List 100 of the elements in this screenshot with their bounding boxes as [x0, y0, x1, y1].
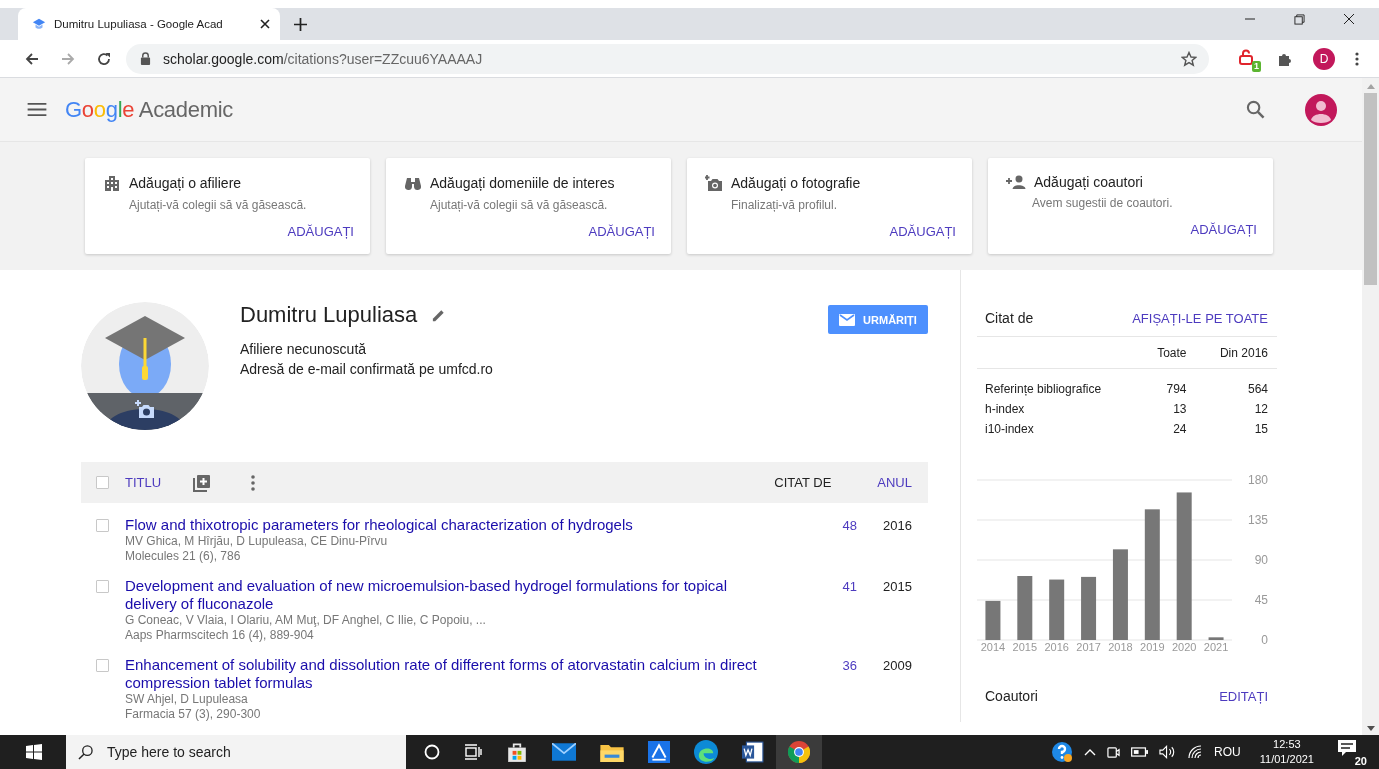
chevron-up-icon[interactable]	[1084, 748, 1097, 756]
card-title: Adăugați o fotografie	[731, 175, 861, 191]
citation-count-link[interactable]: 41	[765, 579, 857, 594]
card-title: Adăugați domeniile de interes	[430, 175, 615, 191]
speaker-icon[interactable]	[1159, 745, 1177, 759]
add-box-icon[interactable]	[193, 473, 212, 492]
store-bag-icon[interactable]	[506, 741, 528, 763]
card-subtitle: Avem sugestii de coautori.	[1032, 196, 1174, 210]
cited-by-heading: Citat de	[985, 310, 1034, 326]
reload-icon[interactable]	[96, 50, 112, 67]
scrollbar-thumb[interactable]	[1364, 93, 1377, 285]
graduation-cap-icon	[32, 17, 46, 31]
add-photo-icon[interactable]	[134, 399, 154, 418]
chrome-browser-icon[interactable]	[788, 741, 810, 763]
table-cell-text: 15	[1253, 422, 1268, 436]
address-field[interactable]: scholar.google.com/citations?user=ZZcuu6YAAAAJ	[126, 43, 1209, 74]
word-document-icon[interactable]	[742, 741, 764, 763]
search-icon[interactable]	[1246, 100, 1265, 119]
sort-by-title[interactable]: TITLU	[125, 475, 162, 490]
scrollbar[interactable]	[1362, 78, 1379, 735]
edit-link[interactable]: EDITAȚI	[1219, 688, 1268, 704]
profile-name: Dumitru Lupuliasa	[240, 302, 418, 328]
article-title-link[interactable]: Flow and thixotropic parameters for rheological characterization of hydrogels	[125, 516, 765, 534]
new-tab-icon[interactable]	[294, 18, 307, 31]
help-icon[interactable]	[1051, 741, 1074, 763]
table-cell-text: 24	[1172, 422, 1187, 436]
add-photo-icon	[705, 174, 723, 192]
extension-badge: 1	[1252, 60, 1261, 72]
add-person-icon	[1006, 174, 1026, 190]
email-verification-text: Adresă de e-mail confirmată pe umfcd.ro	[240, 361, 494, 377]
x-axis-label: 2016	[1044, 641, 1069, 653]
article-checkbox[interactable]	[96, 580, 109, 593]
y-axis-label: 180	[1247, 473, 1268, 487]
x-axis-label: 2018	[1108, 641, 1133, 653]
menu-icon[interactable]	[27, 102, 47, 117]
close-icon[interactable]	[260, 19, 270, 29]
article-venue: Farmacia 57 (3), 290-300	[125, 707, 262, 722]
add-link[interactable]: ADĂUGAȚI	[588, 224, 655, 239]
sort-by-year[interactable]: ANUL	[877, 475, 912, 490]
column-header: Din 2016	[1218, 345, 1268, 360]
more-icon[interactable]	[1355, 50, 1359, 67]
camera-icon[interactable]	[1107, 744, 1121, 760]
x-axis-label: 2020	[1171, 641, 1197, 653]
envelope-icon	[839, 313, 856, 326]
clock-time[interactable]: 12:53	[1273, 737, 1301, 752]
article-authors: MV Ghica, M Hîrjău, D Lupuleasa, CE Dinu-Pîrvu	[125, 534, 389, 549]
column-header: Toate	[1156, 345, 1187, 360]
taskbar-search-field[interactable]: Type here to search	[66, 735, 406, 769]
add-link[interactable]: ADĂUGAȚI	[1190, 222, 1257, 237]
tab-title: Dumitru Lupuliasa - Google Acad	[54, 18, 224, 30]
article-checkbox[interactable]	[96, 659, 109, 672]
y-axis-label: 90	[1254, 553, 1268, 567]
metric-label: Referințe bibliografice	[985, 381, 1103, 397]
google-academic-logo[interactable]: Google Academic	[65, 96, 233, 123]
article-venue: Aaps Pharmscitech 16 (4), 889-904	[125, 628, 315, 643]
article-title-link[interactable]: Enhancement of solubility and dissolution rate of different forms of atorvastatin calcium in direct compression tablet formulas	[125, 656, 765, 692]
card-title: Adăugați o afiliere	[129, 175, 242, 191]
mail-icon[interactable]	[552, 743, 576, 761]
article-year: 2009	[882, 658, 912, 673]
browser-tab[interactable]: Dumitru Lupuliasa - Google Acad	[18, 8, 280, 40]
citation-count-link[interactable]: 36	[765, 658, 857, 673]
lock-icon	[140, 52, 151, 65]
table-cell-text: 13	[1172, 402, 1187, 416]
more-icon[interactable]	[251, 474, 256, 491]
x-axis-label: 2019	[1140, 641, 1165, 653]
windows-start-icon[interactable]	[26, 744, 42, 760]
card-title: Adăugați coautori	[1034, 174, 1143, 190]
select-all-checkbox[interactable]	[96, 476, 109, 489]
clock-date[interactable]: 11/01/2021	[1259, 752, 1314, 767]
sort-by-citations[interactable]: CITAT DE	[774, 475, 832, 490]
card-subtitle: Ajutați-vă colegii să vă găsească.	[129, 198, 308, 212]
folder-icon[interactable]	[600, 742, 624, 762]
padlock-icon[interactable]	[1239, 48, 1253, 65]
language-indicator[interactable]: ROU	[1214, 745, 1241, 759]
add-link[interactable]: ADĂUGAȚI	[287, 224, 354, 239]
account-avatar[interactable]	[1305, 93, 1337, 126]
profile-avatar[interactable]: D	[1313, 47, 1335, 70]
battery-icon[interactable]	[1131, 747, 1149, 757]
wifi-icon[interactable]	[1187, 745, 1204, 759]
article-checkbox[interactable]	[96, 519, 109, 532]
restore-icon[interactable]	[1294, 13, 1305, 25]
x-axis-label: 2017	[1076, 641, 1101, 653]
add-link[interactable]: ADĂUGAȚI	[889, 224, 956, 239]
back-icon[interactable]	[24, 50, 40, 67]
close-icon[interactable]	[1343, 13, 1355, 25]
notifications-icon[interactable]	[1337, 739, 1357, 757]
cortana-icon[interactable]	[424, 744, 440, 760]
star-icon[interactable]	[1181, 50, 1197, 67]
citation-count-link[interactable]: 48	[765, 518, 857, 533]
notification-count: 20	[1352, 755, 1369, 767]
x-axis-label: 2015	[1012, 641, 1038, 653]
table-cell-text: 794	[1165, 382, 1187, 396]
coauthors-heading: Coautori	[985, 688, 1038, 704]
task-view-icon[interactable]	[464, 744, 482, 760]
edge-browser-icon[interactable]	[694, 740, 718, 764]
article-venue: Molecules 21 (6), 786	[125, 549, 242, 564]
article-title-link[interactable]: Development and evaluation of new microemulsion-based hydrogel formulations for topical delivery of fluconazole	[125, 577, 765, 613]
show-all-link[interactable]: AFIȘAȚI-LE PE TOATE	[1132, 310, 1268, 326]
scroll-down-icon[interactable]	[1366, 726, 1375, 731]
article-year: 2015	[882, 579, 912, 594]
